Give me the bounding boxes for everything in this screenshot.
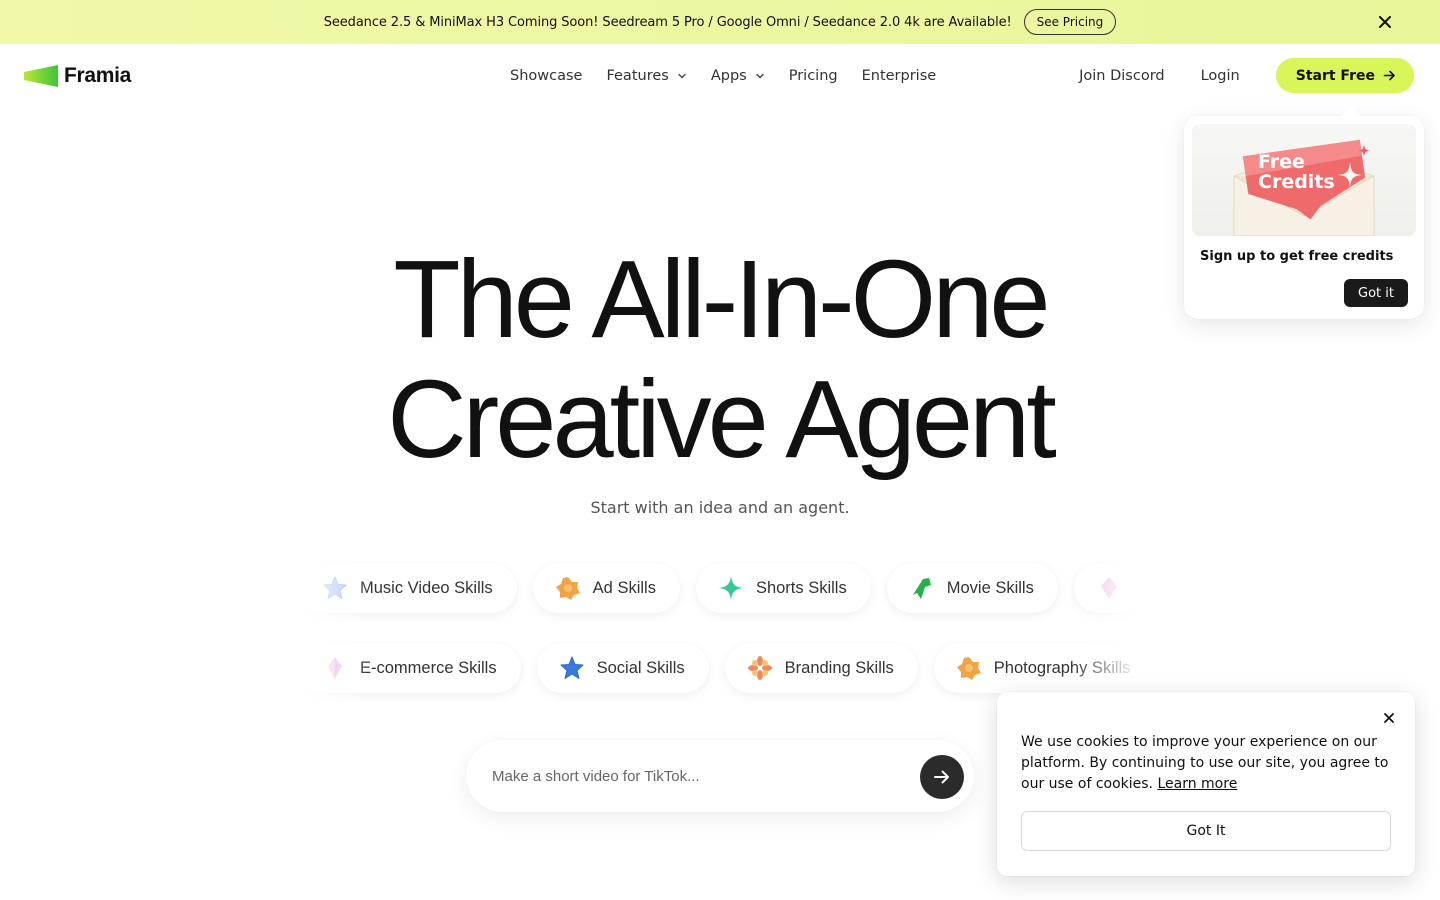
skill-chip-social[interactable]: Social Skills — [536, 643, 709, 693]
logo-text: Framia — [64, 64, 132, 87]
nav-apps[interactable]: Apps — [711, 66, 765, 86]
hero-title-line2: Creative Agent — [387, 358, 1057, 481]
nav-apps-label: Apps — [710, 68, 747, 84]
free-credits-title: Sign up to get free credits — [1200, 249, 1394, 264]
skill-chip-ad[interactable]: Ad Skills — [532, 563, 680, 613]
nav-features-label: Features — [606, 68, 669, 84]
star-icon — [560, 656, 584, 679]
flower-icon — [956, 657, 981, 680]
skill-chip-label: Music Video Skills — [360, 578, 493, 597]
cookie-text: We use cookies to improve your experienc… — [1021, 732, 1391, 795]
main-nav: Showcase Features Apps Pricing Enterpris… — [510, 66, 960, 86]
cookie-accept-button[interactable]: Got It — [1021, 811, 1391, 851]
learn-more-link[interactable]: Learn more — [1157, 776, 1237, 792]
prompt-input[interactable] — [492, 764, 892, 788]
nav-pricing[interactable]: Pricing — [789, 66, 838, 86]
nav-showcase[interactable]: Showcase — [510, 66, 582, 86]
star-icon — [323, 576, 347, 599]
skills-row-1: Music Video Skills Ad Skills Shorts Skil… — [300, 553, 1140, 623]
site-header: Framia Showcase Features Apps Pricing En… — [0, 44, 1440, 108]
skill-chip-label: Shorts Skills — [755, 578, 847, 597]
skill-chip-label: Movie Skills — [946, 578, 1034, 597]
arrow-right-icon — [1383, 70, 1395, 81]
header-actions: Join Discord Login Start Free — [1079, 58, 1414, 93]
burst-icon — [747, 656, 772, 680]
skill-chip-shorts[interactable]: Shorts Skills — [695, 563, 871, 613]
see-pricing-button[interactable]: See Pricing — [1023, 9, 1117, 35]
free-credits-popover: Free Credits Sign up to get free credits… — [1184, 116, 1424, 319]
logo[interactable]: Framia — [24, 64, 131, 88]
prompt-box — [466, 740, 974, 812]
start-free-label: Start Free — [1295, 67, 1375, 84]
skill-chip-label: Branding Skills — [784, 658, 894, 677]
start-free-button[interactable]: Start Free — [1275, 58, 1414, 93]
free-credits-image-line2: Credits — [1258, 171, 1335, 193]
login-link[interactable]: Login — [1201, 68, 1240, 84]
skill-chip-movie[interactable]: Movie Skills — [886, 563, 1058, 613]
join-discord-link[interactable]: Join Discord — [1079, 68, 1164, 84]
arrow-right-icon — [934, 770, 949, 784]
flower-icon — [555, 577, 580, 600]
logo-mark-icon — [24, 65, 58, 87]
gem-icon — [328, 657, 342, 679]
skill-chip-label: Photography Skills — [993, 658, 1131, 677]
gem-icon — [1100, 577, 1117, 599]
announcement-text: Seedance 2.5 & MiniMax H3 Coming Soon! S… — [323, 14, 1012, 30]
envelope-illustration: Free Credits — [1233, 139, 1375, 236]
skill-chip-label: Social Skills — [596, 658, 685, 677]
nav-enterprise[interactable]: Enterprise — [862, 66, 937, 86]
skill-chip-ecommerce[interactable]: E-commerce Skills — [300, 643, 521, 693]
skill-chip-photography[interactable]: Photography Skills — [933, 643, 1140, 693]
cookie-banner: We use cookies to improve your experienc… — [997, 692, 1415, 876]
got-it-button[interactable]: Got it — [1344, 279, 1408, 307]
close-icon[interactable] — [1381, 710, 1397, 726]
close-icon[interactable] — [1376, 13, 1394, 31]
skill-chip-partial[interactable] — [1073, 563, 1140, 613]
send-button[interactable] — [920, 755, 964, 799]
chevron-down-icon — [678, 73, 686, 79]
skill-chip-branding[interactable]: Branding Skills — [724, 643, 918, 693]
skills-track-2: E-commerce Skills Social Skills Branding… — [300, 643, 1140, 693]
skill-chip-label: E-commerce Skills — [360, 658, 497, 677]
nav-features[interactable]: Features — [606, 66, 686, 86]
skills-track-1: Music Video Skills Ad Skills Shorts Skil… — [300, 563, 1140, 613]
announcement-bar: Seedance 2.5 & MiniMax H3 Coming Soon! S… — [0, 0, 1440, 44]
free-credits-image-line1: Free — [1258, 151, 1305, 173]
skill-chip-label: Ad Skills — [592, 578, 656, 597]
skill-chip-music-video[interactable]: Music Video Skills — [300, 563, 517, 613]
free-credits-image: Free Credits — [1192, 124, 1416, 236]
arrow-icon — [912, 578, 931, 599]
hero-subtitle: Start with an idea and an agent. — [590, 498, 850, 517]
hero-title-line1: The All-In-One — [393, 238, 1050, 361]
sparkle-icon — [718, 576, 743, 600]
chevron-down-icon — [756, 73, 764, 79]
